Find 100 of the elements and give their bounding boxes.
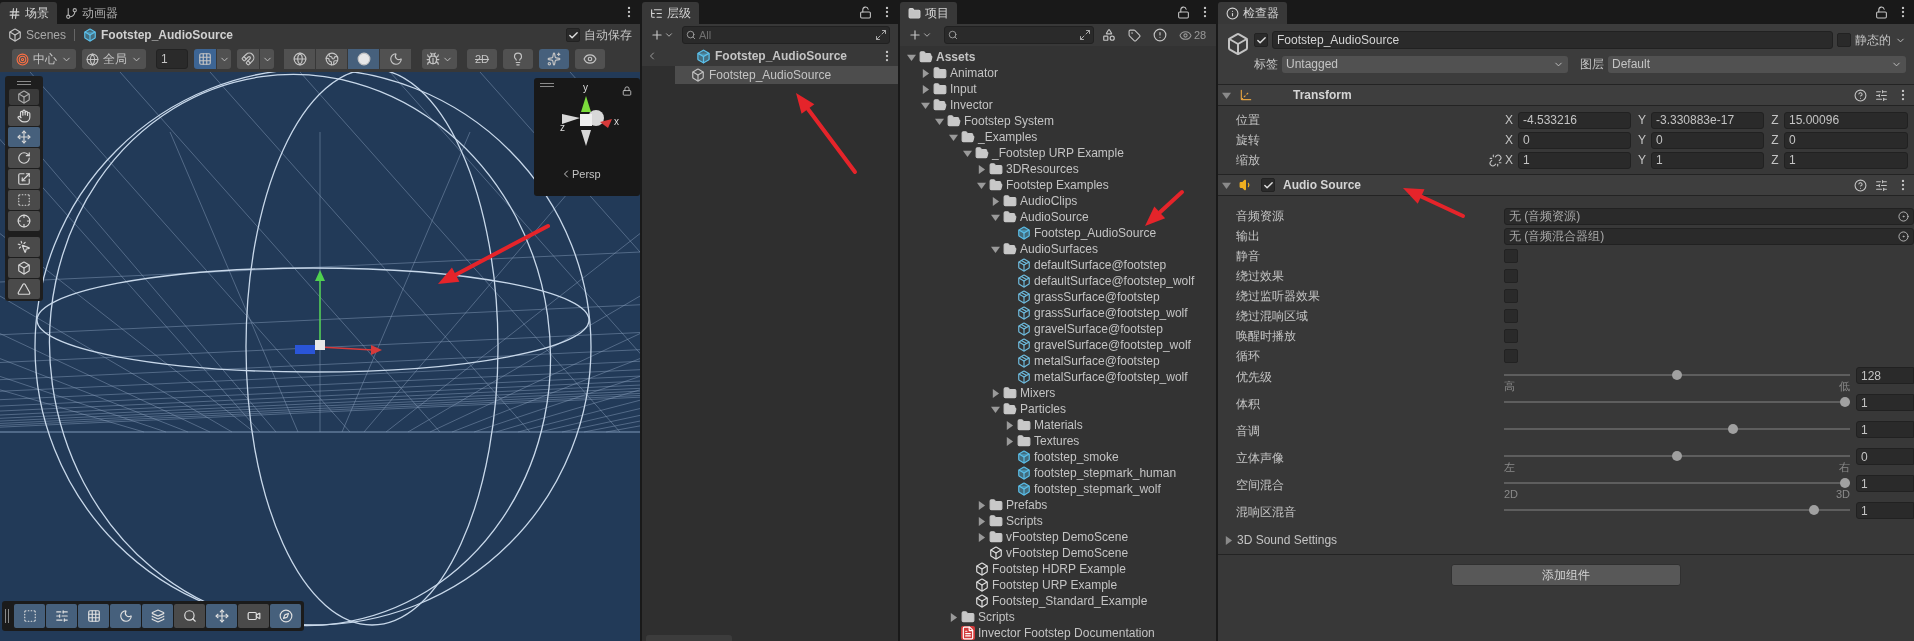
breadcrumb-item[interactable]: Scenes: [8, 26, 67, 44]
grid-size-field[interactable]: 1: [156, 49, 188, 69]
tool-button[interactable]: [8, 148, 40, 168]
expand-arrow-icon[interactable]: [1224, 535, 1233, 545]
number-field[interactable]: 1: [1856, 421, 1914, 438]
object-picker-icon[interactable]: [1898, 210, 1909, 222]
slider-thumb[interactable]: [1840, 397, 1850, 407]
slider-thumb[interactable]: [1672, 451, 1682, 461]
number-field[interactable]: 1: [1651, 151, 1764, 169]
project-tree-item[interactable]: Prefabs: [900, 497, 1216, 513]
shapes-icon[interactable]: [1102, 28, 1116, 42]
drag-handle-icon[interactable]: [540, 83, 554, 87]
expand-arrow-icon[interactable]: [990, 196, 1000, 206]
help-icon[interactable]: [1854, 178, 1867, 192]
project-tree-item[interactable]: grassSurface@footstep_wolf: [900, 305, 1216, 321]
project-tree-item[interactable]: footstep_smoke: [900, 449, 1216, 465]
view-toggle[interactable]: [539, 49, 570, 69]
project-tree-item[interactable]: grassSurface@footstep: [900, 289, 1216, 305]
panel-tab[interactable]: 场景: [0, 2, 57, 24]
tool-button[interactable]: [8, 106, 40, 126]
shading-mode-button[interactable]: [284, 49, 316, 69]
overlay-toggle[interactable]: [174, 604, 205, 628]
shading-mode-button[interactable]: [316, 49, 348, 69]
project-tree-item[interactable]: Materials: [900, 417, 1216, 433]
layer-dropdown[interactable]: Default: [1608, 55, 1906, 73]
project-tree-item[interactable]: vFootstep DemoScene: [900, 545, 1216, 561]
project-tree-item[interactable]: 3DResources: [900, 161, 1216, 177]
project-tree-item[interactable]: Invector Footstep Documentation: [900, 625, 1216, 641]
drag-handle-icon[interactable]: [5, 609, 9, 623]
lock-icon[interactable]: [859, 5, 872, 19]
number-field[interactable]: 1: [1518, 151, 1631, 169]
project-tree-item[interactable]: _Footstep URP Example: [900, 145, 1216, 161]
project-tree-item[interactable]: AudioSource: [900, 209, 1216, 225]
shading-mode-button[interactable]: [380, 49, 412, 69]
project-tree-item[interactable]: AudioSurfaces: [900, 241, 1216, 257]
expand-arrow-icon[interactable]: [976, 164, 986, 174]
expand-arrow-icon[interactable]: [920, 68, 930, 78]
add-component-button[interactable]: 添加组件: [1451, 564, 1681, 586]
expand-arrow-icon[interactable]: [1222, 180, 1231, 190]
overlay-toggle[interactable]: [238, 604, 269, 628]
space-dropdown[interactable]: 全局: [82, 49, 146, 69]
expand-arrow-icon[interactable]: [976, 500, 986, 510]
project-tree-item[interactable]: footstep_stepmark_wolf: [900, 481, 1216, 497]
create-button[interactable]: [908, 28, 932, 42]
slider-track[interactable]: [1504, 397, 1850, 407]
object-picker-icon[interactable]: [1898, 230, 1909, 242]
number-field[interactable]: 1: [1856, 394, 1914, 411]
slider-track[interactable]: [1504, 505, 1850, 515]
create-button[interactable]: [650, 28, 674, 42]
expand-arrow-icon[interactable]: [990, 388, 1000, 398]
tool-button[interactable]: [8, 237, 40, 257]
preset-icon[interactable]: [1875, 178, 1888, 192]
checkbox[interactable]: [1254, 33, 1268, 47]
project-tree-item[interactable]: Footstep Examples: [900, 177, 1216, 193]
search-field[interactable]: [944, 26, 1094, 44]
view-toggle[interactable]: 2D: [467, 49, 498, 69]
snap-toggle[interactable]: [194, 49, 216, 69]
project-tree-item[interactable]: Footstep_AudioSource: [900, 225, 1216, 241]
expand-arrow-icon[interactable]: [948, 132, 958, 142]
project-tree-item[interactable]: gravelSurface@footstep_wolf: [900, 337, 1216, 353]
expand-icon[interactable]: [1079, 29, 1091, 41]
project-tree-item[interactable]: Footstep HDRP Example: [900, 561, 1216, 577]
object-field[interactable]: 无 (音频混合器组): [1504, 227, 1914, 245]
overlay-toggle[interactable]: [14, 604, 45, 628]
view-toggle[interactable]: [575, 49, 606, 69]
object-field[interactable]: 无 (音频资源): [1504, 207, 1914, 225]
slider-track[interactable]: [1504, 451, 1850, 461]
expand-arrow-icon[interactable]: [906, 52, 916, 62]
expand-arrow-icon[interactable]: [934, 116, 944, 126]
slider-thumb[interactable]: [1672, 370, 1682, 380]
number-field[interactable]: 0: [1651, 131, 1764, 149]
expand-arrow-icon[interactable]: [976, 516, 986, 526]
drag-handle-icon[interactable]: [17, 81, 31, 85]
project-tree-item[interactable]: AudioClips: [900, 193, 1216, 209]
expand-arrow-icon[interactable]: [920, 84, 930, 94]
panel-tab[interactable]: 检查器: [1218, 2, 1287, 24]
tool-button[interactable]: [8, 127, 40, 147]
snap-toggle[interactable]: [237, 49, 259, 69]
slider-track[interactable]: [1504, 370, 1850, 380]
project-tree-item[interactable]: defaultSurface@footstep_wolf: [900, 273, 1216, 289]
slider-track[interactable]: [1504, 424, 1850, 434]
unlink-icon[interactable]: [1488, 153, 1502, 167]
tag-dropdown[interactable]: Untagged: [1282, 55, 1568, 73]
checkbox[interactable]: [566, 28, 580, 42]
project-tree-item[interactable]: Footstep_Standard_Example: [900, 593, 1216, 609]
panel-tab[interactable]: 项目: [900, 2, 957, 24]
number-field[interactable]: 0: [1856, 448, 1914, 465]
project-tree-item[interactable]: gravelSurface@footstep: [900, 321, 1216, 337]
expand-arrow-icon[interactable]: [948, 612, 958, 622]
number-field[interactable]: 0: [1518, 131, 1631, 149]
lock-icon[interactable]: [1177, 5, 1190, 19]
number-field[interactable]: -3.330883e-17: [1651, 111, 1764, 129]
expand-arrow-icon[interactable]: [1222, 90, 1231, 100]
panel-tab[interactable]: 层级: [642, 2, 699, 24]
preset-icon[interactable]: [1875, 88, 1888, 102]
tool-button[interactable]: [8, 211, 40, 231]
expand-arrow-icon[interactable]: [976, 180, 986, 190]
project-tree-item[interactable]: Footstep URP Example: [900, 577, 1216, 593]
tool-button[interactable]: [8, 190, 40, 210]
overlay-toggle[interactable]: [110, 604, 141, 628]
